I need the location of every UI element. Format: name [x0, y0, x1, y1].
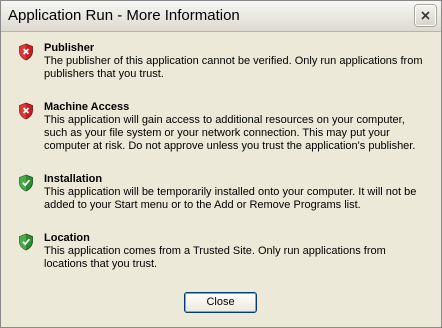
- shield-check-icon: [19, 233, 33, 251]
- window-title: Application Run - More Information: [8, 7, 240, 24]
- close-button[interactable]: Close: [184, 292, 257, 313]
- title-bar[interactable]: Application Run - More Information: [1, 1, 441, 32]
- close-icon: [421, 11, 430, 20]
- window-close-button[interactable]: [415, 5, 436, 26]
- section-description: The publisher of this application cannot…: [44, 55, 423, 80]
- section-description: This application will be temporarily ins…: [44, 186, 417, 211]
- section-heading: Location: [44, 232, 90, 244]
- section-heading: Machine Access: [44, 101, 130, 113]
- dialog-content: Publisher The publisher of this applicat…: [1, 32, 441, 327]
- shield-warning-icon: [19, 102, 33, 120]
- section-description: This application comes from a Trusted Si…: [44, 245, 386, 270]
- section-description: This application will gain access to add…: [44, 114, 416, 152]
- shield-check-icon: [19, 174, 33, 192]
- shield-warning-icon: [19, 43, 33, 61]
- section-heading: Installation: [44, 173, 103, 185]
- dialog-window: Application Run - More Information Publi…: [0, 0, 442, 328]
- section-heading: Publisher: [44, 42, 95, 54]
